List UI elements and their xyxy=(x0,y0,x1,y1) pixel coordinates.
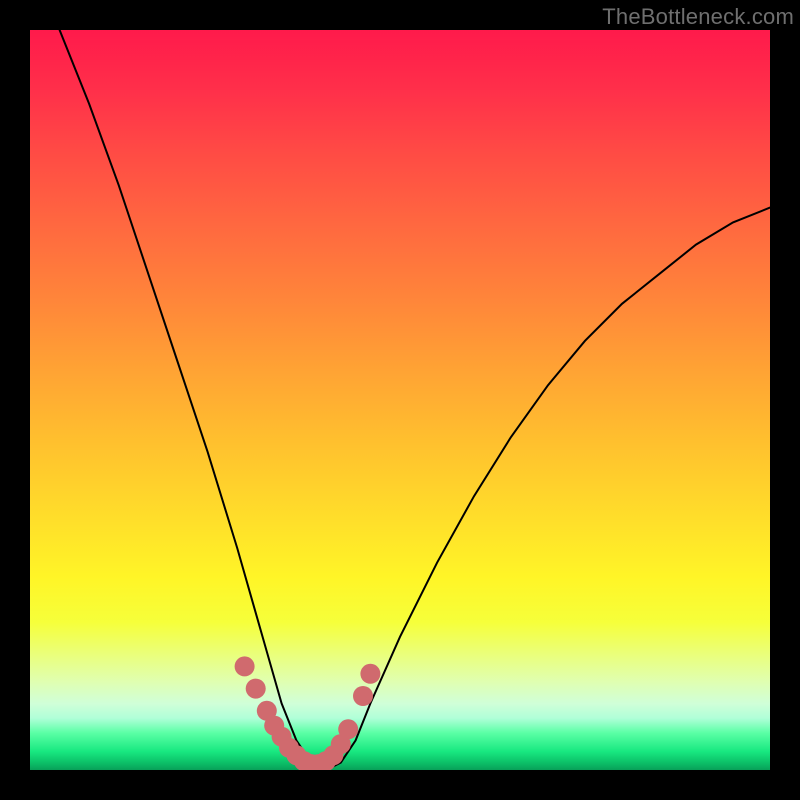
watermark-text: TheBottleneck.com xyxy=(602,4,794,30)
curve-marker xyxy=(353,686,373,706)
curve-marker xyxy=(246,679,266,699)
curve-marker xyxy=(235,656,255,676)
plot-area xyxy=(30,30,770,770)
bottleneck-curve xyxy=(60,30,770,770)
curve-marker xyxy=(360,664,380,684)
curve-marker xyxy=(338,719,358,739)
curve-svg xyxy=(30,30,770,770)
chart-frame: TheBottleneck.com xyxy=(0,0,800,800)
